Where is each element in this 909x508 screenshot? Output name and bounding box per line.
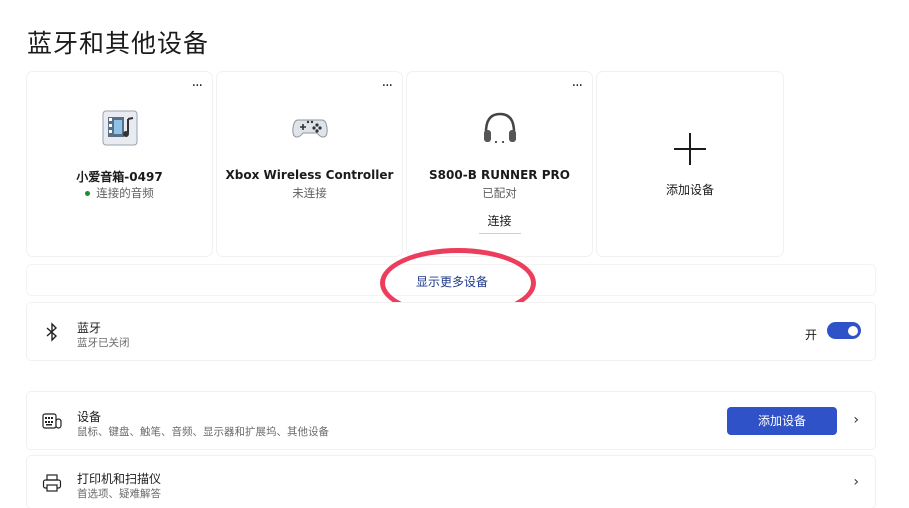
- bluetooth-title: 蓝牙: [77, 321, 102, 335]
- bluetooth-row: 蓝牙 蓝牙已关闭 开: [27, 303, 875, 360]
- add-device-card[interactable]: 添加设备: [597, 72, 783, 256]
- device-name: S800-B RUNNER PRO: [429, 168, 570, 182]
- devices-row[interactable]: 设备 鼠标、键盘、触笔、音频、显示器和扩展坞、其他设备 添加设备 ›: [27, 392, 875, 449]
- printers-subtitle: 首选项、疑难解答: [77, 488, 161, 500]
- bluetooth-subtitle: 蓝牙已关闭: [77, 337, 130, 349]
- device-name: Xbox Wireless Controller: [225, 168, 394, 182]
- device-status: 已配对: [482, 186, 517, 200]
- more-options-icon[interactable]: ···: [192, 78, 203, 94]
- page-title: 蓝牙和其他设备: [27, 29, 210, 58]
- keyboard-icon: [42, 413, 62, 429]
- device-status: 未连接: [292, 186, 327, 200]
- devices-subtitle: 鼠标、键盘、触笔、音频、显示器和扩展坞、其他设备: [77, 426, 329, 438]
- plus-icon: [674, 133, 706, 165]
- device-name: 小爱音箱-0497: [76, 170, 163, 184]
- printer-icon: [42, 474, 62, 492]
- add-device-button[interactable]: 添加设备: [727, 407, 837, 435]
- connected-dot-icon: [85, 191, 91, 196]
- more-options-icon[interactable]: ···: [382, 78, 393, 94]
- chevron-right-icon[interactable]: ›: [853, 474, 859, 490]
- chevron-right-icon[interactable]: ›: [853, 412, 859, 428]
- bluetooth-icon: [46, 322, 58, 342]
- device-card-speaker[interactable]: ··· 小爱音箱-0497 连接的音频: [27, 72, 212, 256]
- toggle-knob: [848, 325, 858, 336]
- connect-button[interactable]: 连接: [478, 209, 521, 234]
- device-card-controller[interactable]: ··· Xbox Wireless Controller 未连接: [217, 72, 402, 256]
- bluetooth-toggle[interactable]: [827, 322, 861, 339]
- toggle-label: 开: [804, 328, 817, 342]
- gamepad-icon: [291, 119, 328, 138]
- printers-row[interactable]: 打印机和扫描仪 首选项、疑难解答 ›: [27, 456, 875, 508]
- device-status: 连接的音频: [27, 185, 212, 201]
- headphones-icon: [483, 112, 516, 143]
- more-options-icon[interactable]: ···: [572, 78, 583, 94]
- devices-title: 设备: [77, 410, 102, 424]
- printers-title: 打印机和扫描仪: [77, 472, 162, 486]
- device-card-headphones[interactable]: ··· S800-B RUNNER PRO 已配对 连接: [407, 72, 592, 256]
- media-icon: [102, 110, 137, 146]
- add-device-label: 添加设备: [665, 183, 714, 197]
